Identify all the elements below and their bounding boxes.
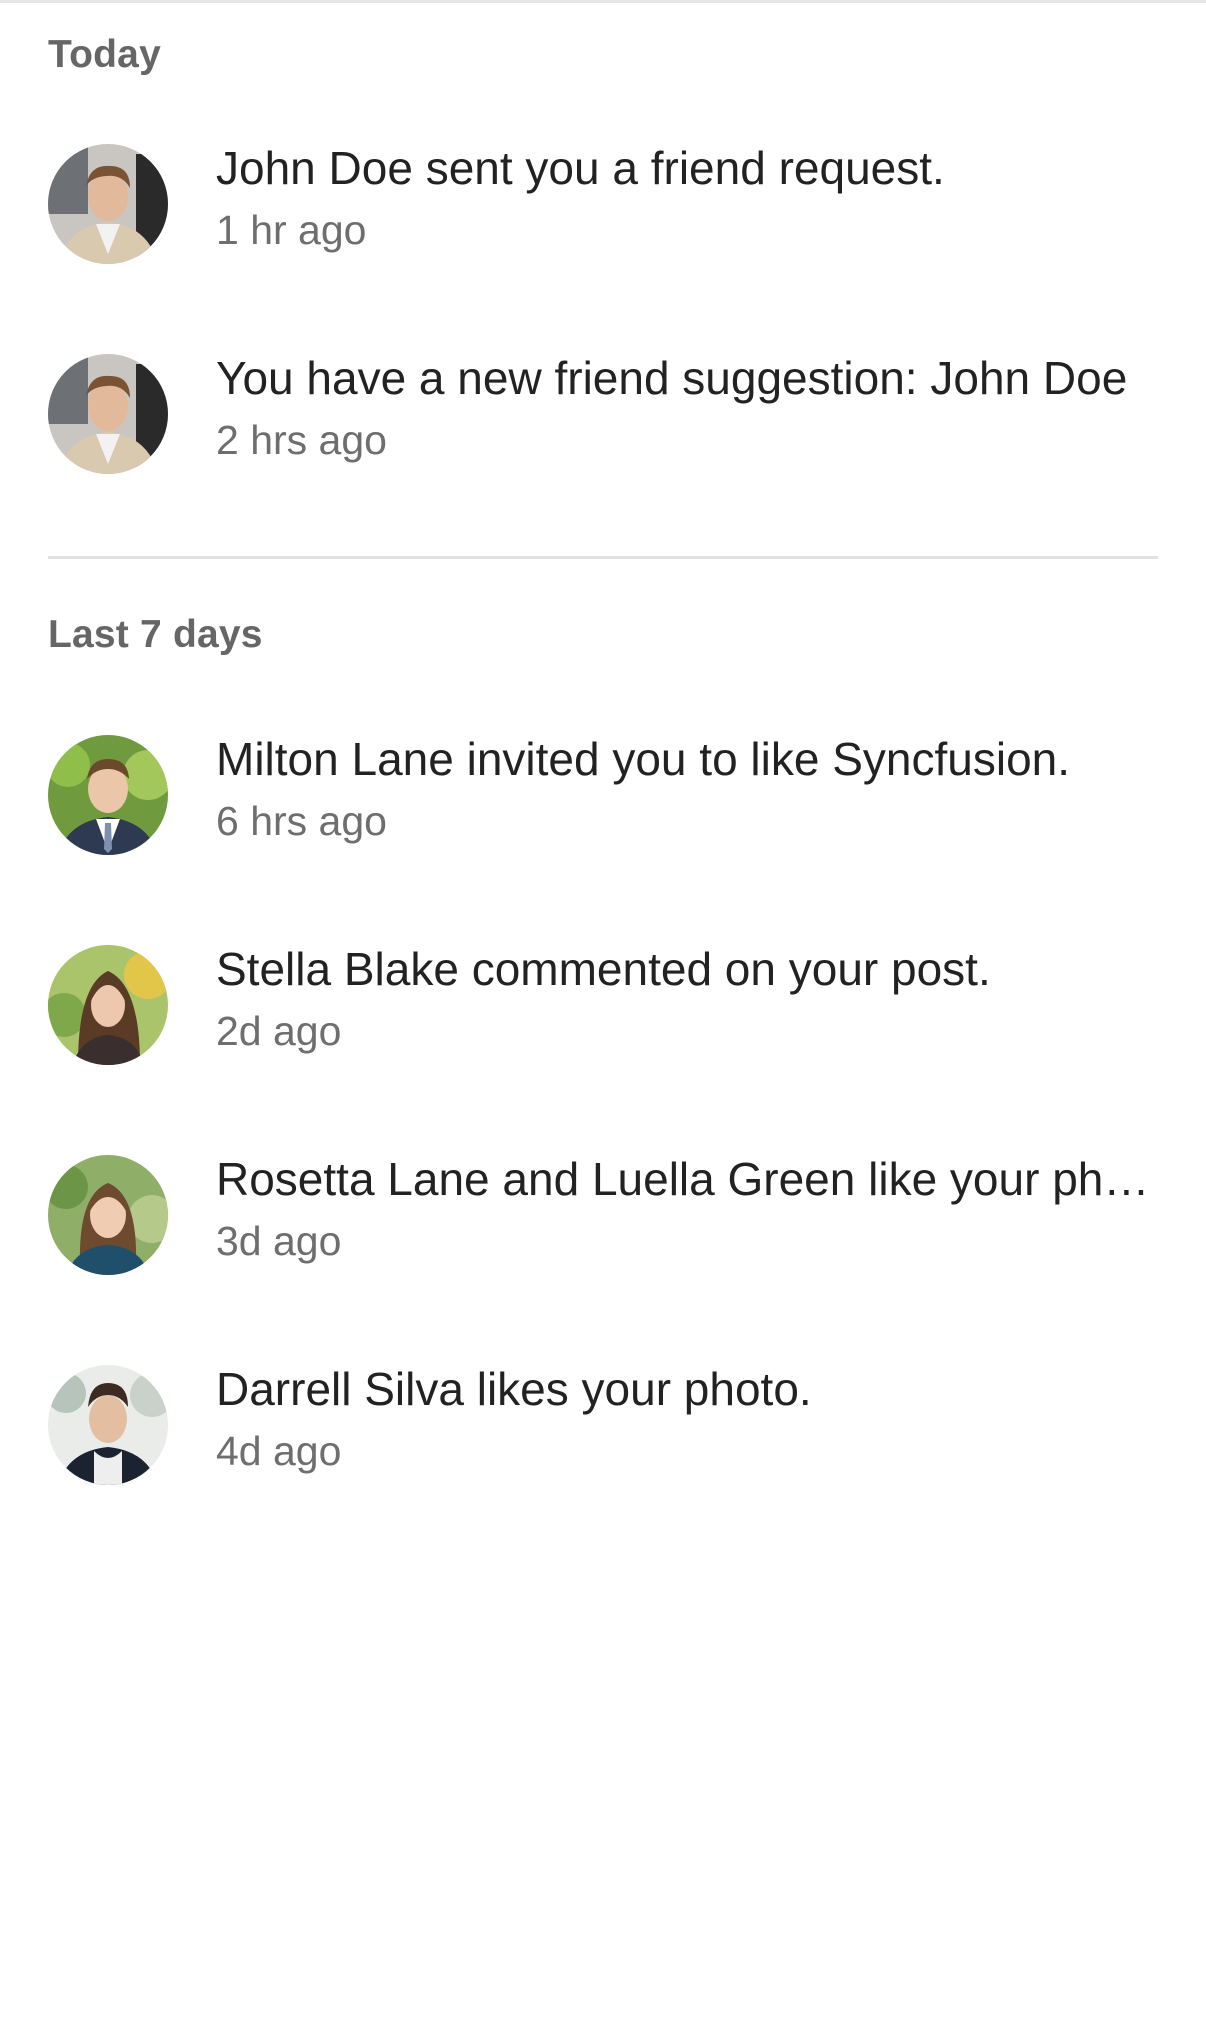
avatar — [48, 945, 168, 1065]
notification-time: 4d ago — [216, 1428, 342, 1474]
notification-item[interactable]: John Doe sent you a friend request. 1 hr… — [0, 142, 1206, 324]
top-divider — [0, 0, 1206, 3]
notification-item[interactable]: Rosetta Lane and Luella Green like your … — [0, 1153, 1206, 1335]
notification-text: Stella Blake commented on your post. — [216, 943, 991, 995]
section-header-last-7-days: Last 7 days — [48, 613, 263, 656]
notification-text: Milton Lane invited you to like Syncfusi… — [216, 733, 1071, 785]
avatar — [48, 1365, 168, 1485]
avatar — [48, 1155, 168, 1275]
avatar — [48, 735, 168, 855]
avatar — [48, 354, 168, 474]
notification-text: Darrell Silva likes your photo. — [216, 1363, 812, 1415]
man-beige-jacket-avatar — [48, 144, 168, 264]
avatar — [48, 144, 168, 264]
notification-item[interactable]: You have a new friend suggestion: John D… — [0, 352, 1206, 534]
notification-item[interactable]: Stella Blake commented on your post. 2d … — [0, 943, 1206, 1125]
notification-time: 3d ago — [216, 1218, 342, 1264]
woman-long-hair-avatar — [48, 945, 168, 1065]
notification-item[interactable]: Darrell Silva likes your photo. 4d ago — [0, 1363, 1206, 1545]
man-beige-jacket-avatar — [48, 354, 168, 474]
notification-text: You have a new friend suggestion: John D… — [216, 352, 1128, 404]
section-divider — [48, 556, 1158, 559]
man-dark-jacket-avatar — [48, 1365, 168, 1485]
section-header-today: Today — [48, 33, 161, 76]
woman-smiling-avatar — [48, 1155, 168, 1275]
notification-time: 2d ago — [216, 1008, 342, 1054]
notification-text: John Doe sent you a friend request. — [216, 142, 945, 194]
notification-time: 2 hrs ago — [216, 417, 387, 463]
notification-time: 1 hr ago — [216, 207, 367, 253]
notification-text: Rosetta Lane and Luella Green like your … — [216, 1153, 1150, 1205]
notification-time: 6 hrs ago — [216, 798, 387, 844]
man-suit-tie-avatar — [48, 735, 168, 855]
notification-item[interactable]: Milton Lane invited you to like Syncfusi… — [0, 733, 1206, 915]
